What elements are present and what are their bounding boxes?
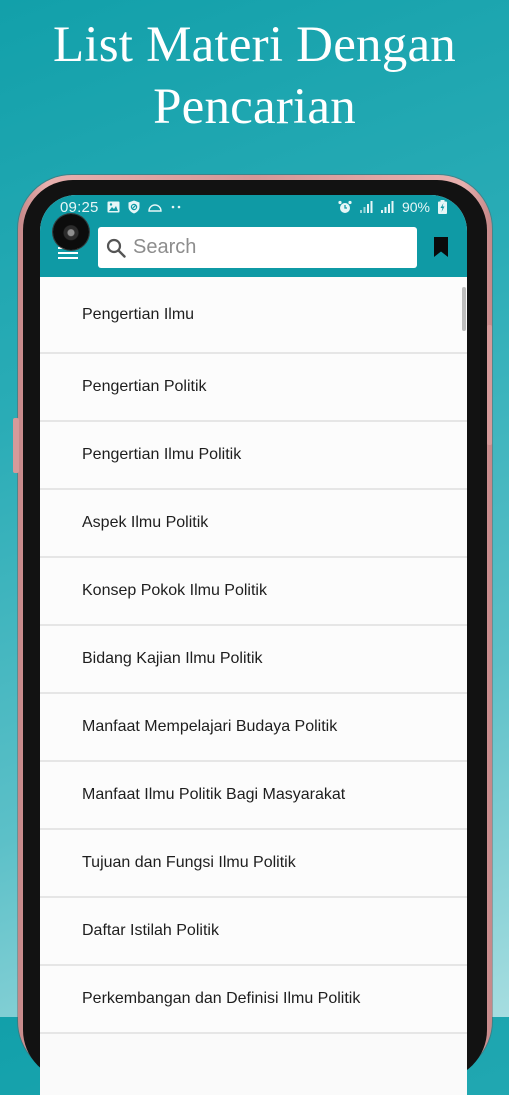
signal-icon: [380, 201, 394, 213]
list-item-label: Perkembangan dan Definisi Ilmu Politik: [82, 990, 361, 1007]
list-item-label: Manfaat Ilmu Politik Bagi Masyarakat: [82, 786, 346, 803]
list-item[interactable]: Konsep Pokok Ilmu Politik: [40, 558, 467, 626]
list-item-label: Bidang Kajian Ilmu Politik: [82, 650, 263, 667]
list-item[interactable]: Aspek Ilmu Politik: [40, 490, 467, 558]
list-item[interactable]: Manfaat Ilmu Politik Bagi Masyarakat: [40, 762, 467, 830]
image-icon: [107, 201, 120, 213]
battery-percent: 90%: [401, 199, 430, 215]
list-item[interactable]: Pengertian Ilmu: [40, 277, 467, 354]
more-dots-icon: [170, 205, 182, 209]
dome-icon: [147, 203, 162, 212]
status-bar: 09:25 90%: [40, 195, 467, 219]
status-time: 09:25: [60, 198, 99, 216]
list-item[interactable]: Pengertian Ilmu Politik: [40, 422, 467, 490]
search-input[interactable]: [131, 235, 405, 260]
phone-side-button-right: [487, 325, 492, 445]
list-item[interactable]: Perkembangan dan Definisi Ilmu Politik: [40, 966, 467, 1034]
list-item[interactable]: Tujuan dan Fungsi Ilmu Politik: [40, 830, 467, 898]
material-list: Pengertian Ilmu Pengertian Politik Penge…: [40, 277, 467, 1034]
list-item-label: Pengertian Politik: [82, 378, 207, 395]
list-item-label: Pengertian Ilmu: [82, 305, 195, 323]
app-bar: [40, 219, 467, 277]
search-icon: [106, 238, 126, 258]
shield-icon: [128, 200, 140, 214]
list-item[interactable]: Daftar Istilah Politik: [40, 898, 467, 966]
list-item[interactable]: Bidang Kajian Ilmu Politik: [40, 626, 467, 694]
promo-title: List Materi Dengan Pencarian: [0, 14, 509, 138]
list-item-label: Manfaat Mempelajari Budaya Politik: [82, 718, 338, 735]
list-scrollbar[interactable]: [462, 287, 466, 331]
search-box[interactable]: [98, 227, 417, 268]
list-item-label: Pengertian Ilmu Politik: [82, 446, 242, 463]
phone-screen: 09:25 90% Search Pengertian Ilmu Pengert…: [40, 195, 467, 1095]
bookmark-icon[interactable]: [433, 236, 449, 258]
promo-title-line-2: Pencarian: [153, 79, 356, 135]
list-item-label: Aspek Ilmu Politik: [82, 514, 209, 531]
list-item[interactable]: Pengertian Politik: [40, 354, 467, 422]
list-item-label: Daftar Istilah Politik: [82, 922, 219, 939]
status-bar-right: 90%: [338, 199, 447, 215]
promo-title-line-1: List Materi Dengan: [53, 17, 456, 73]
front-camera: [53, 214, 89, 250]
list-item-label: Konsep Pokok Ilmu Politik: [82, 582, 267, 599]
alarm-icon: [338, 200, 352, 214]
list-item[interactable]: Manfaat Mempelajari Budaya Politik: [40, 694, 467, 762]
battery-charging-icon: [438, 200, 447, 214]
phone-side-button-left: [13, 418, 19, 473]
status-bar-left: 09:25: [60, 199, 182, 216]
list-item-label: Tujuan dan Fungsi Ilmu Politik: [82, 854, 296, 871]
signal-icon: [359, 201, 373, 213]
